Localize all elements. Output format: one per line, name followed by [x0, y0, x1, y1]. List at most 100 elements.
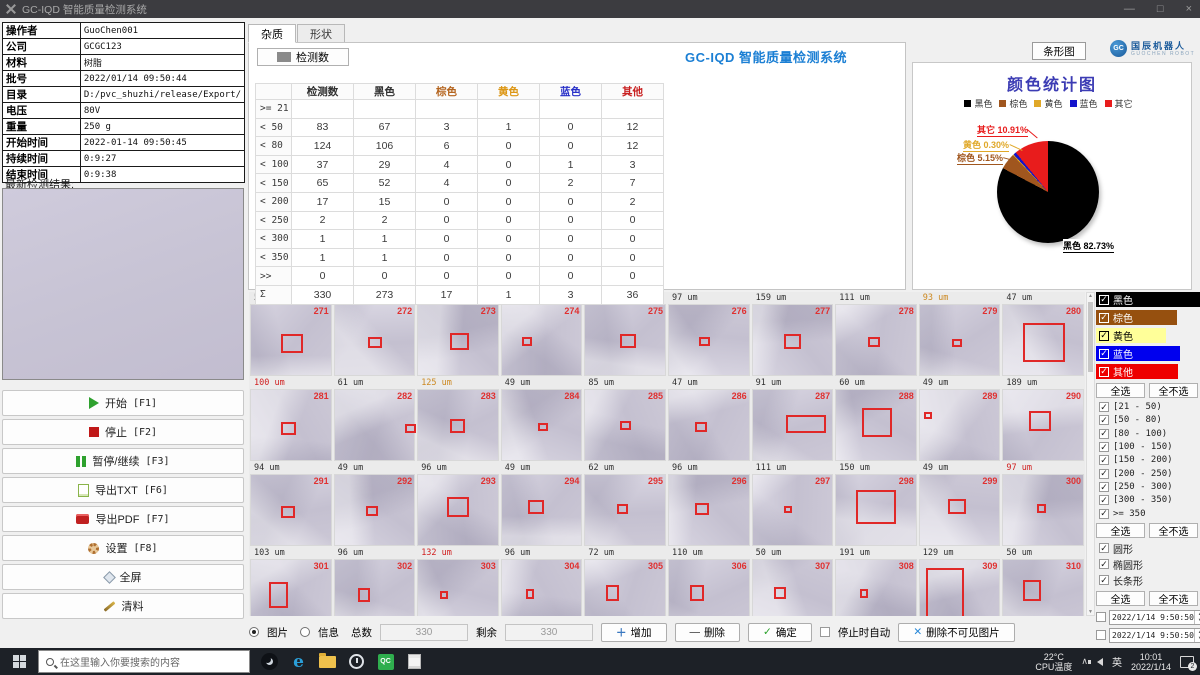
thumbnail-cell[interactable]: 60 um288 [835, 378, 917, 461]
bar-chart-button[interactable]: 条形图 [1032, 42, 1086, 60]
tab-shape[interactable]: 形状 [297, 24, 345, 43]
checkbox[interactable]: ✓ [1099, 402, 1109, 412]
checkbox[interactable]: ✓ [1099, 313, 1109, 323]
alarms-clock-icon[interactable] [347, 652, 366, 671]
select-all-button[interactable]: 全选 [1096, 523, 1145, 538]
thumbnail-cell[interactable]: 49 um294 [501, 463, 583, 546]
detect-count-button[interactable]: 检测数 [257, 48, 349, 66]
checkbox[interactable]: ✓ [1099, 495, 1109, 505]
datetime-spinner[interactable]: ▲▼ [1194, 611, 1200, 624]
thumbnail-cell[interactable]: 96 um296 [668, 463, 750, 546]
shape-filter-row[interactable]: ✓椭圆形 [1096, 558, 1198, 571]
qc-app-icon[interactable]: QC [376, 652, 395, 671]
clock-datetime[interactable]: 10:012022/1/14 [1131, 652, 1171, 672]
size-filter-row[interactable]: ✓[300 - 350) [1096, 495, 1198, 505]
thumbnail-cell[interactable]: 50 um307 [752, 548, 834, 616]
volume-icon[interactable] [1097, 658, 1103, 666]
select-none-button[interactable]: 全不选 [1149, 591, 1198, 606]
thumbnail-cell[interactable]: 97 um276 [668, 293, 750, 376]
thumbnail-cell[interactable]: 50 um271 [250, 293, 332, 376]
thumbnail-cell[interactable]: 59 um274 [501, 293, 583, 376]
checkbox[interactable]: ✓ [1099, 543, 1109, 553]
checkbox[interactable]: ✓ [1099, 482, 1109, 492]
shape-filter-row[interactable]: ✓圆形 [1096, 542, 1198, 555]
close-button[interactable]: × [1186, 3, 1192, 15]
ctrl-pause-button[interactable]: 暂停/继续[F3] [2, 448, 244, 474]
scroll-up-arrow[interactable]: ▲ [1087, 293, 1094, 299]
edge-browser-icon[interactable]: e [289, 652, 308, 671]
cpu-temperature[interactable]: 22°CCPU温度 [1035, 652, 1072, 672]
ctrl-txt-button[interactable]: 导出TXT[F6] [2, 477, 244, 503]
datetime-field[interactable]: 2022/1/14 9:50:50▲▼ [1109, 610, 1200, 625]
thumbnail-cell[interactable]: 150 um298 [835, 463, 917, 546]
scroll-down-arrow[interactable]: ▼ [1087, 609, 1094, 615]
select-none-button[interactable]: 全不选 [1149, 383, 1198, 398]
thumbnail-cell[interactable]: 129 um309 [919, 548, 1001, 616]
grid-scrollbar[interactable]: ▲ ▼ [1086, 292, 1095, 616]
start-button[interactable] [0, 648, 38, 675]
size-filter-row[interactable]: ✓[250 - 300) [1096, 482, 1198, 492]
thumbnail-cell[interactable]: 49 um289 [919, 378, 1001, 461]
notepad-app-icon[interactable] [405, 652, 424, 671]
thumbnail-cell[interactable]: 49 um292 [334, 463, 416, 546]
thumbnail-cell[interactable]: 49 um284 [501, 378, 583, 461]
taskbar-search[interactable]: 在这里输入你要搜索的内容 [38, 650, 250, 673]
thumbnail-cell[interactable]: 47 um280 [1002, 293, 1084, 376]
checkbox[interactable]: ✓ [1099, 509, 1109, 519]
checkbox[interactable] [1096, 630, 1106, 640]
thumbnail-cell[interactable]: 111 um297 [752, 463, 834, 546]
auto-stop-checkbox[interactable] [820, 627, 830, 637]
color-filter-黄色[interactable]: ✓黄色 [1096, 328, 1166, 343]
size-filter-row[interactable]: ✓[21 - 50) [1096, 402, 1198, 412]
thumbnail-cell[interactable]: 159 um277 [752, 293, 834, 376]
maximize-button[interactable]: □ [1157, 3, 1164, 15]
thumbnail-cell[interactable]: 96 um293 [417, 463, 499, 546]
checkbox[interactable]: ✓ [1099, 415, 1109, 425]
size-filter-row[interactable]: ✓[50 - 80) [1096, 415, 1198, 425]
thumbnail-cell[interactable]: 61 um282 [334, 378, 416, 461]
delete-invisible-button[interactable]: ✕删除不可见图片 [898, 623, 1014, 642]
thumbnail-cell[interactable]: 97 um300 [1002, 463, 1084, 546]
checkbox[interactable]: ✓ [1099, 469, 1109, 479]
color-filter-蓝色[interactable]: ✓蓝色 [1096, 346, 1180, 361]
thumbnail-cell[interactable]: 189 um290 [1002, 378, 1084, 461]
datetime-field[interactable]: 2022/1/14 9:50:50▲▼ [1109, 628, 1200, 643]
select-none-button[interactable]: 全不选 [1149, 523, 1198, 538]
add-button[interactable]: ＋增加 [601, 623, 667, 642]
thumbnail-cell[interactable]: 72 um305 [584, 548, 666, 616]
weather-app-icon[interactable] [260, 652, 279, 671]
checkbox[interactable]: ✓ [1099, 455, 1109, 465]
thumbnail-cell[interactable]: 96 um304 [501, 548, 583, 616]
scrollbar-thumb[interactable] [1088, 302, 1093, 372]
ctrl-pdf-button[interactable]: 导出PDF[F7] [2, 506, 244, 532]
checkbox[interactable]: ✓ [1099, 349, 1109, 359]
spin-down-icon[interactable]: ▼ [1195, 617, 1200, 624]
thumbnail-cell[interactable]: 49 um275 [584, 293, 666, 376]
thumbnail-cell[interactable]: 111 um278 [835, 293, 917, 376]
thumbnail-cell[interactable]: 191 um308 [835, 548, 917, 616]
color-filter-黑色[interactable]: ✓黑色 [1096, 292, 1200, 307]
radio-image[interactable] [249, 627, 259, 637]
spin-down-icon[interactable]: ▼ [1195, 635, 1200, 642]
input-language[interactable]: 英 [1112, 654, 1122, 669]
shape-filter-row[interactable]: ✓长条形 [1096, 574, 1198, 587]
thumbnail-cell[interactable]: 100 um281 [250, 378, 332, 461]
color-filter-棕色[interactable]: ✓棕色 [1096, 310, 1177, 325]
checkbox[interactable]: ✓ [1099, 575, 1109, 585]
select-all-button[interactable]: 全选 [1096, 383, 1145, 398]
thumbnail-cell[interactable]: 85 um285 [584, 378, 666, 461]
color-filter-其他[interactable]: ✓其他 [1096, 364, 1178, 379]
size-filter-row[interactable]: ✓[150 - 200) [1096, 455, 1198, 465]
thumbnail-cell[interactable]: 50 um310 [1002, 548, 1084, 616]
checkbox[interactable]: ✓ [1099, 429, 1109, 439]
thumbnail-cell[interactable]: 103 um301 [250, 548, 332, 616]
checkbox[interactable]: ✓ [1099, 367, 1109, 377]
thumbnail-cell[interactable]: 96 um302 [334, 548, 416, 616]
size-filter-row[interactable]: ✓[100 - 150) [1096, 442, 1198, 452]
checkbox[interactable]: ✓ [1099, 559, 1109, 569]
datetime-spinner[interactable]: ▲▼ [1194, 629, 1200, 642]
radio-info[interactable] [300, 627, 310, 637]
thumbnail-cell[interactable]: 110 um306 [668, 548, 750, 616]
ctrl-gear-button[interactable]: 设置[F8] [2, 535, 244, 561]
size-filter-row[interactable]: ✓[80 - 100) [1096, 429, 1198, 439]
